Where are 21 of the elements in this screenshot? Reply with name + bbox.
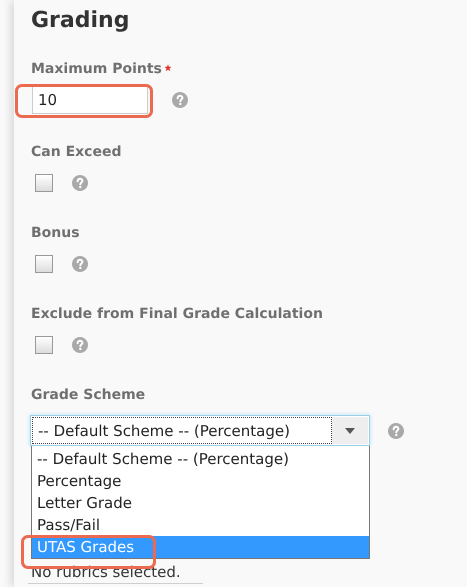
- field-label: Exclude from Final Grade Calculation: [31, 305, 323, 324]
- help-icon[interactable]: [72, 256, 88, 272]
- caret-icon: [345, 428, 355, 434]
- help-icon[interactable]: [72, 337, 88, 353]
- grade-scheme-select[interactable]: -- Default Scheme -- (Percentage): [30, 415, 370, 446]
- field-label: Grade Scheme: [31, 386, 146, 405]
- dropdown-option[interactable]: Letter Grade: [32, 492, 369, 514]
- checkbox[interactable]: [35, 174, 53, 192]
- points-input[interactable]: 10: [32, 86, 148, 114]
- section-title: Grading: [31, 7, 130, 34]
- dropdown-option[interactable]: -- Default Scheme -- (Percentage): [32, 448, 369, 470]
- field-label: Can Exceed: [31, 143, 122, 162]
- checkbox[interactable]: [35, 255, 53, 273]
- dropdown-option[interactable]: Pass/Fail: [32, 514, 369, 536]
- dropdown-option[interactable]: Percentage: [32, 470, 369, 492]
- field-label: Maximum Points: [31, 60, 162, 79]
- help-icon[interactable]: [172, 92, 188, 108]
- help-icon[interactable]: [388, 422, 404, 438]
- field-label: Bonus: [31, 224, 80, 243]
- help-icon[interactable]: [72, 175, 88, 191]
- checkbox[interactable]: [35, 336, 53, 354]
